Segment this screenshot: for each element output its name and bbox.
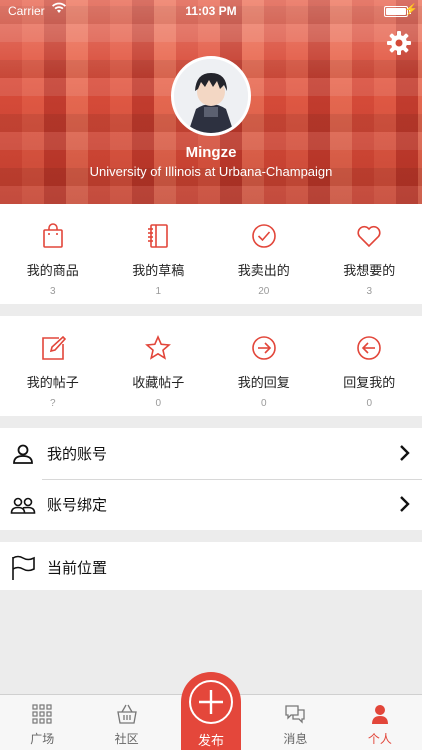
grid-item-my-replies[interactable]: 我的回复 0	[211, 316, 317, 416]
grid-item-label: 我的回复	[237, 376, 290, 391]
tab-label: 消息	[283, 732, 308, 746]
grid-icon	[31, 703, 53, 725]
tab-label: 社区	[114, 732, 139, 746]
grid-item-label: 我的商品	[26, 264, 79, 279]
account-settings-list: 我的账号 账号绑定	[0, 428, 422, 530]
arrow-left-circle-icon	[355, 334, 383, 362]
grid-item-sold[interactable]: 我卖出的 20	[211, 204, 317, 304]
grid-item-label: 我的草稿	[132, 264, 185, 279]
tab-personal[interactable]: 个人	[338, 695, 422, 750]
list-item-account-binding[interactable]: 账号绑定	[0, 479, 422, 530]
tab-community[interactable]: 社区	[84, 695, 168, 750]
heart-icon	[355, 222, 383, 250]
grid-item-label: 我的帖子	[26, 376, 79, 391]
publish-label: 发布	[197, 734, 224, 749]
flag-icon	[10, 555, 36, 581]
edit-icon	[39, 334, 67, 362]
profile-header: Carrier 11:03 PM ⚡ Mingze University of …	[0, 0, 422, 204]
grid-item-label: 收藏帖子	[132, 376, 185, 391]
grid-item-replies-to-me[interactable]: 回复我的 0	[317, 316, 422, 416]
list-item-current-location[interactable]: 当前位置	[0, 542, 422, 590]
star-icon	[144, 334, 172, 362]
tab-plaza[interactable]: 广场	[0, 695, 84, 750]
check-circle-icon	[250, 222, 278, 250]
grid-item-count: 1	[155, 286, 162, 297]
notebook-icon	[144, 222, 172, 250]
tab-label: 个人	[367, 732, 392, 746]
grid-item-label: 回复我的	[343, 376, 396, 391]
grid-item-count: 0	[155, 398, 162, 409]
grid-item-count: 0	[366, 398, 373, 409]
grid-item-wanted[interactable]: 我想要的 3	[317, 204, 422, 304]
tab-label: 广场	[30, 732, 55, 746]
chat-icon	[284, 703, 306, 725]
grid-item-my-drafts[interactable]: 我的草稿 1	[106, 204, 212, 304]
location-list: 当前位置	[0, 542, 422, 590]
basket-icon	[116, 703, 138, 725]
grid-item-my-goods[interactable]: 我的商品 3	[0, 204, 106, 304]
grid-item-count: 3	[366, 286, 373, 297]
status-bar: Carrier 11:03 PM ⚡	[0, 0, 422, 22]
tab-messages[interactable]: 消息	[253, 695, 337, 750]
user-name: Mingze	[185, 144, 237, 161]
grid-item-count: ?	[49, 398, 56, 409]
grid-item-label: 我想要的	[343, 264, 396, 279]
clock: 11:03 PM	[185, 4, 237, 18]
chevron-right-icon	[398, 443, 412, 463]
user-school: University of Illinois at Urbana-Champai…	[89, 164, 333, 179]
grid-item-count: 3	[49, 286, 56, 297]
avatar[interactable]	[171, 56, 251, 136]
user-icon	[10, 441, 36, 467]
person-icon	[369, 703, 391, 725]
grid-item-my-posts[interactable]: 我的帖子 ?	[0, 316, 106, 416]
plus-icon	[189, 680, 233, 724]
goods-grid: 我的商品 3 我的草稿 1 我卖出的 20 我想要的 3	[0, 204, 422, 304]
arrow-right-circle-icon	[250, 334, 278, 362]
publish-button[interactable]: 发布	[181, 672, 241, 750]
users-icon	[10, 492, 36, 518]
list-item-my-account[interactable]: 我的账号	[0, 428, 422, 480]
settings-gear-icon[interactable]	[386, 30, 412, 56]
list-item-label: 账号绑定	[47, 496, 108, 514]
shopping-bag-icon	[39, 222, 67, 250]
list-item-label: 当前位置	[47, 559, 108, 577]
charging-icon: ⚡	[404, 4, 418, 16]
grid-item-count: 0	[260, 398, 267, 409]
list-item-label: 我的账号	[47, 445, 108, 463]
posts-grid: 我的帖子 ? 收藏帖子 0 我的回复 0 回复我的 0	[0, 316, 422, 416]
grid-item-favorite-posts[interactable]: 收藏帖子 0	[106, 316, 212, 416]
grid-item-label: 我卖出的	[237, 264, 290, 279]
chevron-right-icon	[398, 494, 412, 514]
grid-item-count: 20	[258, 286, 270, 297]
